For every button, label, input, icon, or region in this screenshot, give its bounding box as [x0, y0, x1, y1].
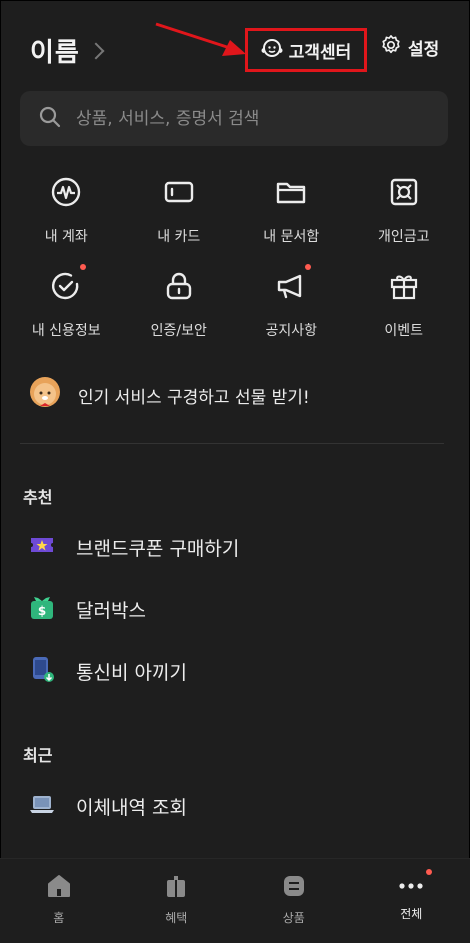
notification-dot — [305, 264, 311, 270]
wave-circle-icon — [46, 172, 86, 212]
promo-text: 인기 서비스 구경하고 선물 받기! — [78, 383, 310, 408]
coupon-icon — [28, 531, 56, 563]
nav-label: 전체 — [400, 905, 422, 922]
lock-icon — [159, 266, 199, 306]
recommend-item-label: 통신비 아끼기 — [76, 658, 187, 685]
recommend-item-phone-bill[interactable]: 통신비 아끼기 — [28, 655, 187, 687]
quick-menu-events[interactable]: 이벤트 — [348, 266, 461, 346]
quick-menu-my-account[interactable]: 내 계좌 — [10, 172, 123, 252]
customer-center-label: 고객센터 — [289, 38, 352, 63]
home-icon — [46, 873, 72, 903]
recent-item-label: 이체내역 조회 — [76, 793, 187, 820]
chevron-right-icon — [87, 42, 104, 59]
user-name: 이름 — [30, 32, 80, 69]
quick-menu-label: 내 카드 — [157, 226, 200, 246]
gift-icon — [384, 266, 424, 306]
gear-icon — [380, 34, 402, 61]
quick-menu-label: 개인금고 — [378, 226, 430, 246]
card-icon — [159, 172, 199, 212]
products-icon — [281, 873, 307, 903]
customer-center-button[interactable]: 고객센터 — [245, 28, 367, 72]
quick-menu-notices[interactable]: 공지사항 — [235, 266, 348, 346]
nav-label: 홈 — [53, 909, 64, 926]
benefit-icon — [163, 873, 189, 903]
nav-home[interactable]: 홈 — [0, 859, 118, 943]
svg-text:$: $ — [38, 604, 46, 618]
recommend-item-brand-coupon[interactable]: 브랜드쿠폰 구매하기 — [28, 531, 239, 563]
nav-benefits[interactable]: 혜택 — [118, 859, 236, 943]
nav-label: 혜택 — [165, 909, 187, 926]
nav-all[interactable]: 전체 — [353, 859, 470, 943]
quick-menu-grid: 내 계좌 내 카드 내 문서함 개인금고 내 신용정보 인증/보안 — [10, 172, 460, 346]
nav-label: 상품 — [283, 909, 305, 926]
header: 이름 고객센터 설정 — [0, 0, 470, 100]
recent-item-transfer-history[interactable]: 이체내역 조회 — [28, 790, 187, 822]
quick-menu-private-safe[interactable]: 개인금고 — [348, 172, 461, 252]
lion-character-icon — [28, 376, 62, 414]
credit-check-icon — [46, 266, 86, 306]
headset-icon — [261, 37, 283, 64]
search-input[interactable] — [74, 108, 418, 130]
recent-section-title: 최근 — [23, 742, 52, 766]
quick-menu-label: 내 문서함 — [263, 226, 319, 246]
quick-menu-label: 내 계좌 — [45, 226, 88, 246]
quick-menu-label: 이벤트 — [384, 320, 423, 340]
notification-dot — [80, 264, 86, 270]
profile-name-link[interactable]: 이름 — [30, 32, 102, 69]
phone-bill-icon — [28, 655, 56, 687]
laptop-icon — [28, 790, 56, 822]
folder-icon — [271, 172, 311, 212]
settings-label: 설정 — [408, 35, 439, 60]
search-icon — [38, 105, 62, 133]
quick-menu-label: 인증/보안 — [151, 320, 207, 340]
section-divider — [20, 443, 444, 444]
recommend-item-dollar-box[interactable]: $ 달러박스 — [28, 593, 146, 625]
nav-products[interactable]: 상품 — [235, 859, 353, 943]
quick-menu-credit-info[interactable]: 내 신용정보 — [10, 266, 123, 346]
megaphone-icon — [271, 266, 311, 306]
safe-icon — [384, 172, 424, 212]
bottom-navigation: 홈 혜택 상품 전체 — [0, 858, 470, 943]
notification-dot — [426, 869, 432, 875]
quick-menu-security[interactable]: 인증/보안 — [123, 266, 236, 346]
promo-banner[interactable]: 인기 서비스 구경하고 선물 받기! — [28, 376, 310, 414]
quick-menu-label: 공지사항 — [265, 320, 317, 340]
search-bar[interactable] — [20, 91, 448, 146]
quick-menu-my-documents[interactable]: 내 문서함 — [235, 172, 348, 252]
dollar-box-icon: $ — [28, 593, 56, 625]
recommend-item-label: 달러박스 — [76, 596, 146, 623]
quick-menu-my-card[interactable]: 내 카드 — [123, 172, 236, 252]
quick-menu-label: 내 신용정보 — [32, 320, 101, 340]
recommend-section-title: 추천 — [23, 484, 52, 508]
red-arrow-annotation — [150, 18, 250, 78]
recommend-item-label: 브랜드쿠폰 구매하기 — [76, 534, 239, 561]
settings-button[interactable]: 설정 — [380, 34, 439, 61]
more-icon — [396, 873, 426, 899]
